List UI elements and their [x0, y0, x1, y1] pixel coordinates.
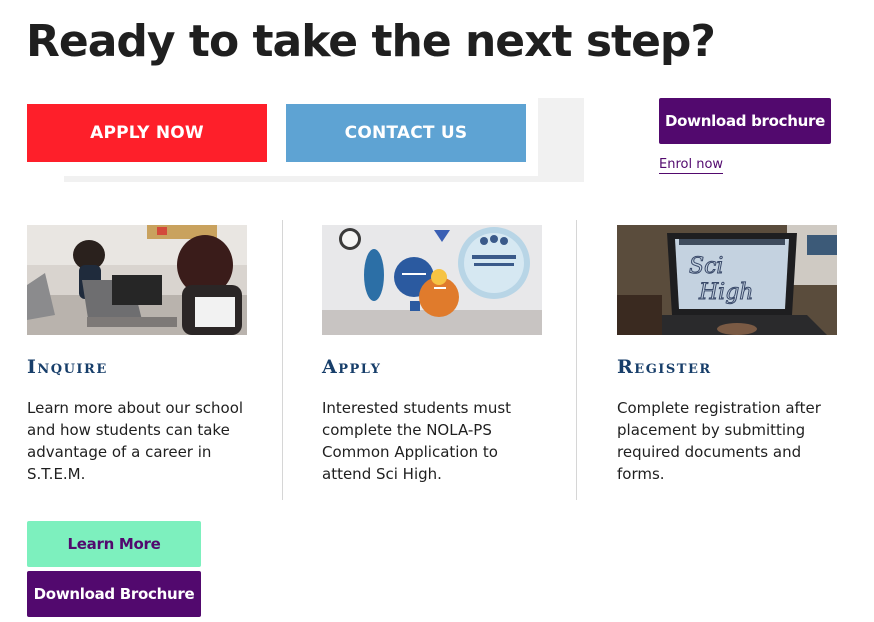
page-title: Ready to take the next step?	[26, 16, 716, 67]
svg-text:High: High	[698, 280, 753, 305]
card-title-apply: Apply	[322, 356, 382, 378]
download-brochure-button[interactable]: Download brochure	[659, 98, 831, 144]
card-text-inquire: Learn more about our school and how stud…	[27, 399, 244, 483]
card-image-apply	[322, 225, 542, 335]
values-wall-photo-icon	[322, 225, 542, 335]
card-text-register: Complete registration after placement by…	[617, 399, 821, 483]
students-photo-icon	[27, 225, 247, 335]
card-title-register: Register	[617, 356, 712, 378]
laptop-design-photo-icon: Sci High	[617, 225, 837, 335]
enrol-now-link[interactable]: Enrol now	[659, 157, 724, 174]
apply-now-button[interactable]: APPLY NOW	[27, 104, 267, 162]
card-text-apply: Interested students must complete the NO…	[322, 399, 512, 483]
learn-more-button[interactable]: Learn More	[27, 521, 201, 567]
card-image-register: Sci High	[617, 225, 837, 335]
card-title-inquire: Inquire	[27, 356, 108, 378]
download-brochure-button-secondary[interactable]: Download Brochure	[27, 571, 201, 617]
contact-us-button[interactable]: CONTACT US	[286, 104, 526, 162]
svg-text:Sci: Sci	[689, 254, 723, 279]
card-image-inquire	[27, 225, 247, 335]
column-divider	[282, 220, 283, 500]
column-divider	[576, 220, 577, 500]
